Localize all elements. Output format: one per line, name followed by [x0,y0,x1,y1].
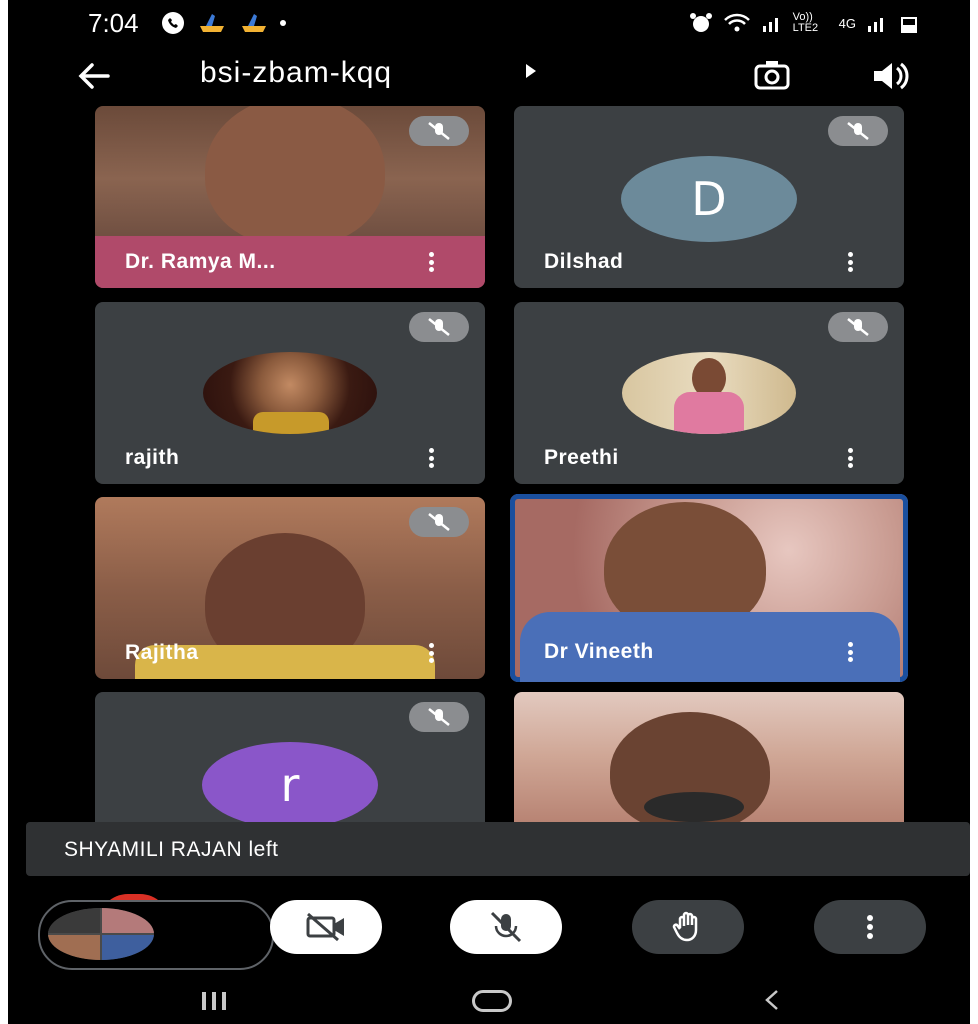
call-controls [8,890,970,980]
camera-off-icon [306,912,344,942]
call-icon [162,12,184,34]
participant-name: rajith [125,446,180,469]
nav-back-icon[interactable] [760,988,784,1012]
speaker-icon[interactable] [870,58,910,94]
participant-name: Dr Vineeth [544,640,654,663]
mic-off-icon [490,911,522,943]
more-options-button[interactable] [814,900,926,954]
participant-video-clothes [644,792,744,822]
participant-tile[interactable]: r [95,692,485,822]
more-options-icon [867,915,873,939]
home-icon[interactable] [472,990,512,1012]
avatar: D [621,156,797,242]
participant-name: Dilshad [544,250,624,273]
app-icon [242,14,266,32]
mic-off-icon [409,312,469,342]
participant-name: Dr. Ramya M... [125,250,276,273]
mic-off-icon [828,116,888,146]
raise-hand-icon [672,911,698,942]
signal-icon [868,18,883,32]
back-arrow-icon[interactable] [74,58,114,94]
more-vert-icon[interactable] [429,643,435,663]
signal-icon [762,18,778,32]
participant-tile[interactable]: rajith [95,302,485,484]
mic-toggle-button[interactable] [450,900,562,954]
participant-tile[interactable]: D Dilshad [514,106,904,288]
mic-off-icon [409,116,469,146]
more-vert-icon[interactable] [429,252,435,272]
participant-tile[interactable] [514,692,904,822]
status-icons-right: Vo)) LTE2 4G [689,12,920,34]
avatar [203,352,377,434]
camera-toggle-button[interactable] [270,900,382,954]
participant-tile[interactable]: Dr. Ramya M... [95,106,485,288]
meet-screen: 7:04 Vo)) LTE2 4G bsi-zbam-kqq Dr. Ramya… [8,0,970,1024]
raise-hand-button[interactable] [632,900,744,954]
status-icons-left [160,12,286,34]
participant-tile[interactable]: Preethi [514,302,904,484]
left-meeting-toast: SHYAMILI RAJAN left [26,822,970,876]
mic-off-icon [409,507,469,537]
alarm-icon [689,13,712,32]
wifi-icon [723,13,750,32]
4g-label: 4G [838,15,856,31]
status-bar: 7:04 Vo)) LTE2 4G [8,0,970,44]
meeting-code[interactable]: bsi-zbam-kqq [200,56,392,90]
switch-camera-icon[interactable] [752,56,792,96]
participant-name: Rajitha [125,641,199,664]
mic-off-icon [409,702,469,732]
mic-off-icon [828,312,888,342]
battery-icon [901,17,917,33]
status-time: 7:04 [88,8,139,38]
recent-apps-icon[interactable] [202,992,226,1010]
more-vert-icon[interactable] [848,252,854,272]
dot-icon [280,20,286,26]
participant-name: Preethi [544,446,619,469]
participant-video [205,106,385,246]
more-vert-icon[interactable] [429,448,435,468]
participant-tile-active[interactable]: Dr Vineeth [510,494,908,682]
avatar [622,352,796,434]
system-nav-bar [8,980,970,1024]
volte-label: Vo)) LTE2 [792,11,819,34]
toast-message: SHYAMILI RAJAN left [64,838,279,861]
more-vert-icon[interactable] [848,642,854,662]
avatar-saree [674,392,744,434]
participant-tile[interactable]: Rajitha [95,497,485,679]
participants-thumbnail[interactable] [48,908,154,960]
more-vert-icon[interactable] [848,448,854,468]
avatar: r [202,742,378,822]
chevron-right-icon[interactable] [526,64,536,78]
meeting-header: bsi-zbam-kqq [8,50,970,100]
avatar-shirt [253,412,329,434]
app-icon [200,14,224,32]
